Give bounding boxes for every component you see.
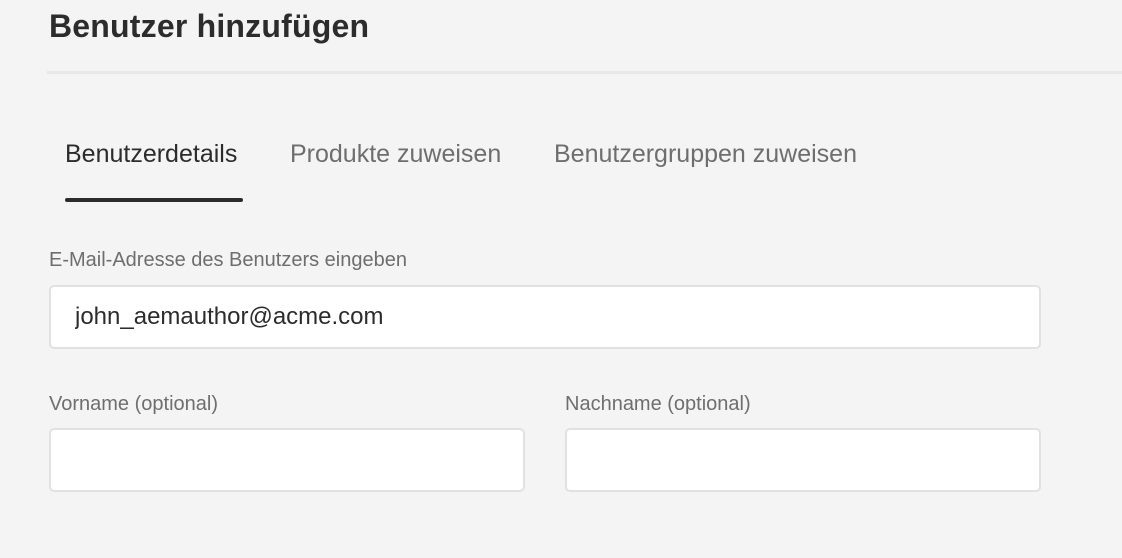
tab-assign-products-label: Produkte zuweisen bbox=[290, 140, 502, 168]
title-divider bbox=[47, 71, 1122, 74]
last-name-field[interactable] bbox=[565, 428, 1041, 492]
email-field-label: E-Mail-Adresse des Benutzers eingeben bbox=[49, 249, 407, 271]
tab-assign-user-groups-label: Benutzergruppen zuweisen bbox=[554, 140, 857, 168]
dialog-title: Benutzer hinzufügen bbox=[49, 8, 370, 44]
last-name-field-label: Nachname (optional) bbox=[565, 393, 751, 415]
email-field[interactable] bbox=[49, 285, 1041, 349]
add-user-dialog: Benutzer hinzufügen Benutzerdetails Prod… bbox=[0, 0, 1122, 558]
tab-assign-user-groups[interactable]: Benutzergruppen zuweisen bbox=[554, 137, 857, 171]
selected-tab-indicator bbox=[65, 198, 243, 202]
first-name-field-label: Vorname (optional) bbox=[49, 393, 218, 415]
tab-user-details-label: Benutzerdetails bbox=[65, 140, 238, 168]
tab-assign-products[interactable]: Produkte zuweisen bbox=[290, 137, 501, 171]
tab-user-details[interactable]: Benutzerdetails bbox=[65, 137, 243, 202]
first-name-field[interactable] bbox=[49, 428, 525, 492]
